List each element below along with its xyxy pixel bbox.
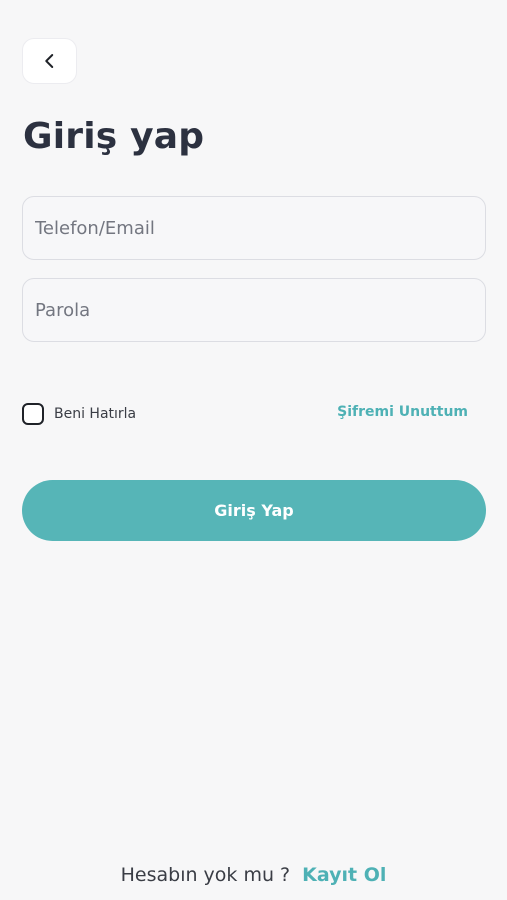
remember-checkbox[interactable] bbox=[22, 403, 44, 425]
signup-question: Hesabın yok mu ? bbox=[120, 864, 291, 886]
forgot-password-link[interactable]: Şifremi Unuttum bbox=[337, 404, 468, 420]
email-input[interactable] bbox=[35, 217, 473, 239]
signup-link[interactable]: Kayıt Ol bbox=[302, 864, 386, 886]
email-field[interactable] bbox=[22, 196, 486, 260]
signup-row: Hesabın yok mu ? Kayıt Ol bbox=[0, 864, 507, 886]
page-title: Giriş yap bbox=[23, 116, 205, 157]
login-screen: Giriş yap Beni Hatırla Şifremi Unuttum G… bbox=[0, 0, 507, 900]
password-field[interactable] bbox=[22, 278, 486, 342]
chevron-left-icon bbox=[44, 54, 53, 68]
login-button[interactable]: Giriş Yap bbox=[22, 480, 486, 541]
remember-label: Beni Hatırla bbox=[54, 406, 137, 422]
password-input[interactable] bbox=[35, 299, 473, 321]
back-button[interactable] bbox=[22, 38, 77, 84]
remember-me[interactable]: Beni Hatırla bbox=[22, 403, 136, 425]
